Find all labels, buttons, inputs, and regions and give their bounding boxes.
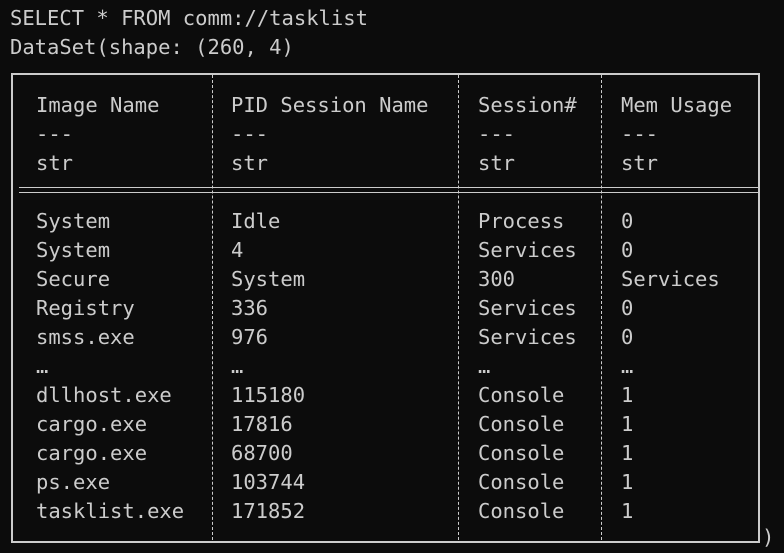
table-cell: 4 bbox=[231, 238, 244, 262]
column-header: PID Session Name bbox=[231, 93, 429, 117]
table-cell: Idle bbox=[231, 209, 281, 233]
table-cell: 0 bbox=[621, 238, 634, 262]
table-cell: System bbox=[231, 267, 306, 291]
column-separator-mark: --- bbox=[36, 122, 74, 146]
table-cell: tasklist.exe bbox=[36, 499, 185, 523]
table-cell: 976 bbox=[231, 325, 269, 349]
column-dtype: str bbox=[478, 151, 516, 175]
table-cell: Process bbox=[478, 209, 565, 233]
table-cell: 336 bbox=[231, 296, 269, 320]
table-cell: Console bbox=[478, 383, 565, 407]
table-cell: cargo.exe bbox=[36, 412, 148, 436]
table-cell: Secure bbox=[36, 267, 111, 291]
header-divider-bottom bbox=[19, 192, 758, 193]
table-cell: 115180 bbox=[231, 383, 306, 407]
query-command: SELECT * FROM comm://tasklist bbox=[10, 6, 368, 30]
table-cell: dllhost.exe bbox=[36, 383, 172, 407]
table-cell: smss.exe bbox=[36, 325, 135, 349]
table-cell: 17816 bbox=[231, 412, 293, 436]
column-dtype: str bbox=[36, 151, 74, 175]
table-cell: 0 bbox=[621, 325, 634, 349]
column-separator bbox=[212, 75, 213, 540]
column-separator bbox=[458, 75, 459, 540]
table-cell: 0 bbox=[621, 209, 634, 233]
table-cell: Console bbox=[478, 412, 565, 436]
table-cell: 68700 bbox=[231, 441, 293, 465]
table-cell: 1 bbox=[621, 412, 634, 436]
table-cell: … bbox=[478, 354, 491, 378]
table-cell: Registry bbox=[36, 296, 135, 320]
column-header: Session# bbox=[478, 93, 577, 117]
table-cell: … bbox=[36, 354, 49, 378]
table-cell: Console bbox=[478, 499, 565, 523]
table-cell: System bbox=[36, 238, 111, 262]
table-cell: 0 bbox=[621, 296, 634, 320]
table-cell: 1 bbox=[621, 499, 634, 523]
column-separator-mark: --- bbox=[478, 122, 516, 146]
table-cell: Services bbox=[478, 296, 577, 320]
table-cell: 1 bbox=[621, 470, 634, 494]
column-separator-mark: --- bbox=[621, 122, 659, 146]
table-cell: 1 bbox=[621, 441, 634, 465]
header-divider-top bbox=[19, 187, 758, 188]
dataset-shape-line: DataSet(shape: (260, 4) bbox=[10, 35, 294, 59]
table-cell: 103744 bbox=[231, 470, 306, 494]
table-cell: 300 bbox=[478, 267, 516, 291]
column-dtype: str bbox=[231, 151, 269, 175]
table-cell: Services bbox=[621, 267, 720, 291]
table-cell: Console bbox=[478, 441, 565, 465]
table-cell: ps.exe bbox=[36, 470, 111, 494]
table-cell: 171852 bbox=[231, 499, 306, 523]
column-header: Mem Usage bbox=[621, 93, 733, 117]
table-cell: 1 bbox=[621, 383, 634, 407]
table-cell: cargo.exe bbox=[36, 441, 148, 465]
table-cell: Services bbox=[478, 325, 577, 349]
column-separator-mark: --- bbox=[231, 122, 269, 146]
table-cell: … bbox=[231, 354, 244, 378]
closing-paren: ) bbox=[762, 525, 775, 549]
column-separator bbox=[601, 75, 602, 540]
column-header: Image Name bbox=[36, 93, 160, 117]
table-cell: Services bbox=[478, 238, 577, 262]
table-cell: Console bbox=[478, 470, 565, 494]
table-cell: System bbox=[36, 209, 111, 233]
column-dtype: str bbox=[621, 151, 659, 175]
table-cell: … bbox=[621, 354, 634, 378]
